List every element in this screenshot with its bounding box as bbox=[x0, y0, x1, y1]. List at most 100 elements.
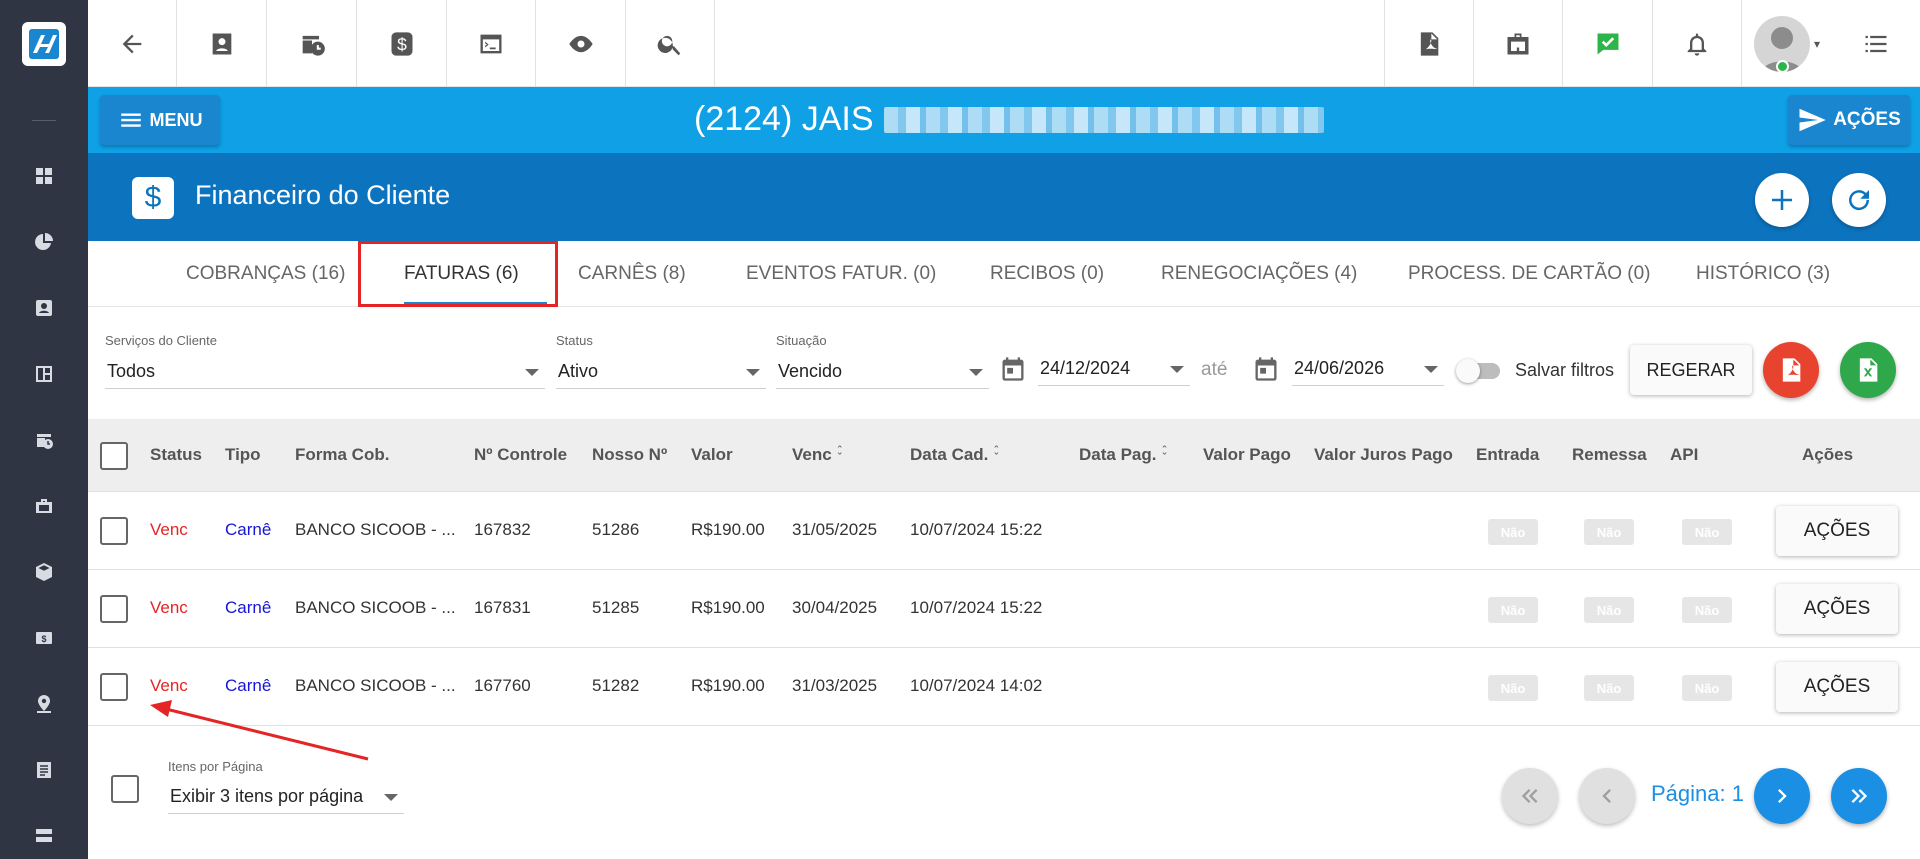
tab-historico[interactable]: HISTÓRICO (3) bbox=[1696, 241, 1830, 307]
per-page-value: Exibir 3 itens por página bbox=[170, 786, 364, 806]
per-page-select[interactable]: Exibir 3 itens por página bbox=[168, 780, 404, 814]
notifications-button[interactable] bbox=[1652, 0, 1742, 87]
server-icon[interactable] bbox=[30, 822, 58, 850]
first-page-button[interactable] bbox=[1502, 768, 1558, 824]
excel-file-icon bbox=[1859, 358, 1878, 382]
col-data-pag[interactable]: Data Pag. ˆˇ bbox=[1079, 445, 1166, 465]
select-all-checkbox[interactable] bbox=[100, 442, 128, 470]
terminal-icon bbox=[480, 34, 502, 53]
row-actions-button[interactable]: AÇÕES bbox=[1776, 662, 1898, 712]
col-nosso-no: Nosso Nº bbox=[592, 445, 668, 464]
contact-card-icon bbox=[212, 33, 231, 54]
briefcase-button[interactable] bbox=[1473, 0, 1562, 87]
col-valor: Valor bbox=[691, 445, 733, 464]
tab-recibos[interactable]: RECIBOS (0) bbox=[990, 241, 1104, 307]
date-to-field[interactable]: 24/06/2026 bbox=[1292, 352, 1444, 386]
terminal-button[interactable] bbox=[447, 0, 536, 87]
col-acoes: Ações bbox=[1802, 445, 1854, 464]
tab-carnes[interactable]: CARNÊS (8) bbox=[578, 241, 686, 307]
board-icon[interactable] bbox=[30, 360, 58, 388]
remessa-badge: Não bbox=[1584, 675, 1634, 701]
tab-cobrancas[interactable]: COBRANÇAS (16) bbox=[186, 241, 345, 307]
cell-controle: 167832 bbox=[474, 520, 531, 539]
row-checkbox[interactable] bbox=[100, 517, 128, 545]
last-page-button[interactable] bbox=[1831, 768, 1887, 824]
row-actions-button[interactable]: AÇÕES bbox=[1776, 506, 1898, 556]
chevron-right-icon bbox=[1778, 789, 1787, 803]
cell-status: Venc bbox=[150, 598, 188, 617]
pie-chart-icon[interactable] bbox=[30, 228, 58, 256]
redacted-name bbox=[883, 106, 1324, 133]
schedule-button[interactable] bbox=[267, 0, 357, 87]
next-page-button[interactable] bbox=[1754, 768, 1810, 824]
cell-data-cad: 10/07/2024 15:22 bbox=[910, 520, 1043, 539]
cell-tipo[interactable]: Carnê bbox=[225, 676, 271, 696]
status-value: Ativo bbox=[558, 361, 599, 381]
servicos-value: Todos bbox=[107, 361, 156, 381]
col-data-cad[interactable]: Data Cad. ˆˇ bbox=[910, 445, 998, 465]
date-from-calendar-icon[interactable] bbox=[999, 355, 1027, 388]
cell-tipo[interactable]: Carnê bbox=[225, 598, 271, 618]
servicos-label: Serviços do Cliente bbox=[105, 333, 217, 348]
situacao-select[interactable]: Vencido bbox=[776, 355, 989, 389]
tab-eventos-fatur[interactable]: EVENTOS FATUR. (0) bbox=[746, 241, 936, 307]
search-button[interactable] bbox=[626, 0, 715, 87]
cell-status: Venc bbox=[150, 520, 188, 539]
servicos-select[interactable]: Todos bbox=[105, 355, 545, 389]
document-icon[interactable] bbox=[30, 756, 58, 784]
dashboard-icon[interactable] bbox=[30, 162, 58, 190]
menu-label: MENU bbox=[149, 109, 203, 130]
app-logo[interactable] bbox=[22, 22, 66, 66]
side-list-button[interactable] bbox=[1832, 0, 1920, 87]
regerar-button[interactable]: REGERAR bbox=[1630, 345, 1752, 395]
row-actions-button[interactable]: AÇÕES bbox=[1776, 584, 1898, 634]
add-button[interactable] bbox=[1755, 173, 1809, 227]
dollar-icon: $ bbox=[132, 177, 174, 219]
map-pin-icon[interactable] bbox=[30, 690, 58, 718]
online-status-dot bbox=[1776, 60, 1789, 73]
cell-venc: 30/04/2025 bbox=[792, 598, 878, 617]
salvar-filtros-toggle[interactable] bbox=[1456, 359, 1504, 383]
back-button[interactable] bbox=[88, 0, 177, 87]
row-checkbox[interactable] bbox=[100, 595, 128, 623]
client-actions-button[interactable]: AÇÕES bbox=[1788, 95, 1910, 145]
col-data-cad-label: Data Cad. bbox=[910, 445, 989, 464]
view-button[interactable] bbox=[536, 0, 626, 87]
contact-card-icon[interactable] bbox=[30, 294, 58, 322]
api-badge: Não bbox=[1682, 519, 1732, 545]
tab-process-cartao[interactable]: PROCESS. DE CARTÃO (0) bbox=[1408, 241, 1650, 307]
tab-renegociacoes[interactable]: RENEGOCIAÇÕES (4) bbox=[1161, 241, 1357, 307]
entrada-badge: Não bbox=[1488, 675, 1538, 701]
chevron-down-icon: ▾ bbox=[1813, 36, 1821, 51]
cell-nosso: 51286 bbox=[592, 520, 640, 539]
calendar-clock-icon[interactable] bbox=[30, 426, 58, 454]
dropdown-caret-icon bbox=[969, 369, 983, 376]
date-to-calendar-icon[interactable] bbox=[1252, 355, 1280, 388]
pdf-button[interactable] bbox=[1384, 0, 1473, 87]
table-row: Venc Carnê BANCO SICOOB - ... 167832 512… bbox=[88, 492, 1920, 570]
eye-icon bbox=[568, 35, 593, 52]
status-select[interactable]: Ativo bbox=[556, 355, 766, 389]
sort-icon: ˆˇ bbox=[994, 445, 999, 464]
user-menu[interactable]: ▾ bbox=[1742, 0, 1832, 87]
money-icon[interactable]: $ bbox=[30, 624, 58, 652]
briefcase-icon[interactable] bbox=[30, 492, 58, 520]
cell-tipo[interactable]: Carnê bbox=[225, 520, 271, 540]
footer-select-checkbox[interactable] bbox=[111, 775, 139, 803]
chat-button[interactable] bbox=[1562, 0, 1652, 87]
cell-valor: R$190.00 bbox=[691, 676, 765, 695]
export-pdf-button[interactable] bbox=[1763, 342, 1819, 398]
refresh-button[interactable] bbox=[1832, 173, 1886, 227]
tab-bar: COBRANÇAS (16) FATURAS (6) CARNÊS (8) EV… bbox=[88, 241, 1920, 307]
menu-button[interactable]: MENU bbox=[100, 95, 220, 145]
client-button[interactable] bbox=[177, 0, 267, 87]
remessa-badge: Não bbox=[1584, 597, 1634, 623]
col-venc[interactable]: Venc ˆˇ bbox=[792, 445, 841, 465]
client-title-text: (2124) JAIS bbox=[694, 100, 874, 138]
row-checkbox[interactable] bbox=[100, 673, 128, 701]
box-icon[interactable] bbox=[30, 558, 58, 586]
date-from-field[interactable]: 24/12/2024 bbox=[1038, 352, 1190, 386]
export-excel-button[interactable] bbox=[1840, 342, 1896, 398]
finance-button[interactable]: $ bbox=[357, 0, 447, 87]
prev-page-button[interactable] bbox=[1579, 768, 1635, 824]
